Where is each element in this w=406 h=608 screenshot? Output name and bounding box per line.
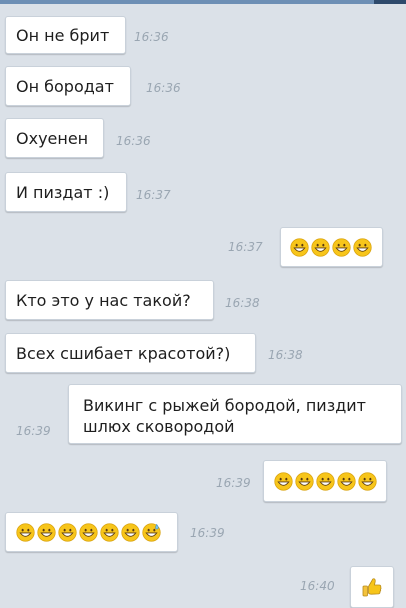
message-time: 16:36: [134, 30, 169, 44]
sweat-grin-face-icon: [142, 522, 161, 542]
grin-face-icon: [100, 522, 119, 542]
message-bubble-incoming[interactable]: Кто это у нас такой?: [5, 280, 214, 320]
message-bubble-outgoing[interactable]: [280, 227, 383, 267]
grin-face-icon: [337, 471, 356, 491]
message-list: Он не брит 16:36 Он бородат 16:36 Охуене…: [0, 0, 406, 608]
message-bubble-incoming[interactable]: Он бородат: [5, 66, 131, 106]
message-bubble-outgoing[interactable]: [263, 460, 387, 502]
message-time: 16:36: [116, 134, 151, 148]
grin-face-icon: [37, 522, 56, 542]
grin-face-icon: [295, 471, 314, 491]
emoji-row: [16, 513, 177, 551]
message-time: 16:38: [225, 296, 260, 310]
message-text: И пиздат :): [16, 183, 110, 202]
message-bubble-outgoing[interactable]: [350, 566, 394, 608]
grin-face-icon: [353, 237, 372, 257]
message-text: Кто это у нас такой?: [16, 291, 191, 310]
message-bubble-incoming[interactable]: Он не брит: [5, 16, 126, 54]
grin-face-icon: [290, 237, 309, 257]
message-time: 16:40: [300, 579, 335, 593]
grin-face-icon: [316, 471, 335, 491]
thumbs-up-icon: [362, 578, 382, 597]
message-text: Всех сшибает красотой?): [16, 344, 231, 363]
message-time: 16:39: [16, 424, 51, 438]
message-text: Он не брит: [16, 26, 110, 45]
grin-face-icon: [274, 471, 293, 491]
grin-face-icon: [311, 237, 330, 257]
emoji-row: [274, 461, 386, 501]
message-text-line: шлюх сковородой: [83, 417, 235, 436]
message-bubble-incoming[interactable]: Всех сшибает красотой?): [5, 333, 256, 373]
message-time: 16:37: [228, 240, 263, 254]
emoji-row: [360, 567, 393, 607]
message-time: 16:38: [268, 348, 303, 362]
message-bubble-incoming[interactable]: Охуенен: [5, 118, 104, 158]
message-text-line: Викинг с рыжей бородой, пиздит: [83, 396, 366, 415]
grin-face-icon: [121, 522, 140, 542]
message-time: 16:37: [136, 188, 171, 202]
grin-face-icon: [358, 471, 377, 491]
message-text: Охуенен: [16, 129, 89, 148]
grin-face-icon: [332, 237, 351, 257]
message-time: 16:36: [146, 81, 181, 95]
message-time: 16:39: [190, 526, 225, 540]
message-time: 16:39: [216, 476, 251, 490]
message-bubble-incoming[interactable]: И пиздат :): [5, 172, 127, 212]
grin-face-icon: [79, 522, 98, 542]
grin-face-icon: [16, 522, 35, 542]
emoji-row: [290, 228, 382, 266]
grin-face-icon: [58, 522, 77, 542]
message-bubble-outgoing[interactable]: Викинг с рыжей бородой, пиздит шлюх сков…: [68, 384, 402, 444]
message-text: Он бородат: [16, 77, 114, 96]
message-bubble-incoming[interactable]: [5, 512, 178, 552]
